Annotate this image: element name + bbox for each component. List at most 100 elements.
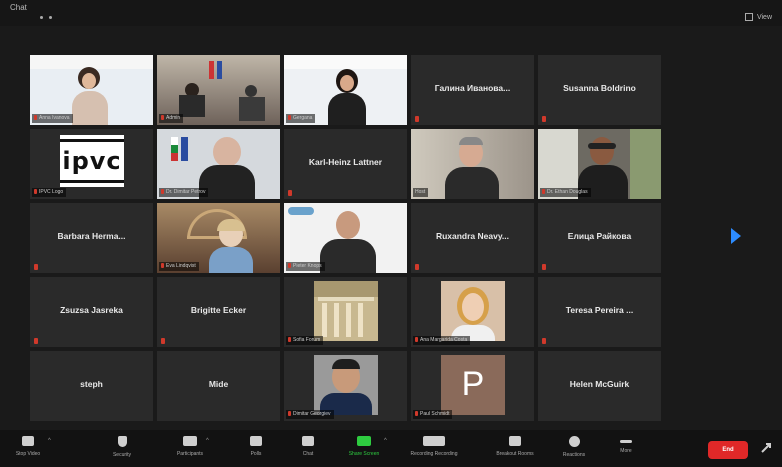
video-tile[interactable]: Admin — [157, 55, 280, 125]
chevron-up-icon[interactable]: ^ — [206, 438, 209, 444]
video-tile[interactable]: Helen McGuirk — [538, 351, 661, 421]
reactions-icon — [568, 436, 580, 447]
video-tile[interactable]: Gergana — [284, 55, 407, 125]
video-tile[interactable]: ipvc IPVC Logo — [30, 129, 153, 199]
top-bar: Chat View — [0, 0, 782, 26]
participant-name-tag: Paul Schmidt — [413, 410, 453, 419]
grid-view-icon — [744, 13, 753, 21]
participant-name-tag: Gergana — [286, 114, 316, 123]
mic-muted-icon — [161, 189, 164, 195]
profile-photo — [441, 281, 505, 341]
mic-muted-icon — [34, 115, 37, 121]
mic-muted-icon — [161, 263, 164, 269]
participant-name-tag: Dimitar Georgiev — [286, 410, 334, 419]
video-tile[interactable]: Teresa Pereira ... — [538, 277, 661, 347]
video-tile[interactable]: Barbara Herma... — [30, 203, 153, 273]
mic-muted-icon — [415, 411, 418, 417]
video-tile[interactable]: Dimitar Georgiev — [284, 351, 407, 421]
participant-name: Zsuzsa Jasreka — [60, 305, 123, 315]
video-tile[interactable]: Karl-Heinz Lattner — [284, 129, 407, 199]
video-tile[interactable]: Галина Иванова... — [411, 55, 534, 125]
video-icon — [22, 436, 34, 446]
participant-name-tag: Sofia Forum — [286, 336, 324, 345]
building-photo — [314, 281, 378, 341]
mic-muted-icon — [288, 190, 292, 196]
video-tile[interactable]: Dr. Ethan Douglas — [538, 129, 661, 199]
stop-video-button[interactable]: Stop Video — [4, 436, 52, 457]
breakout-icon — [509, 436, 521, 446]
profile-photo — [314, 355, 378, 415]
share-screen-button[interactable]: Share Screen — [340, 436, 388, 457]
participant-name: Brigitte Ecker — [190, 305, 247, 315]
security-button[interactable]: Security — [98, 436, 146, 458]
record-icon — [423, 436, 445, 446]
participant-name-tag: Dr. Ethan Douglas — [540, 188, 591, 197]
mic-muted-icon — [542, 116, 546, 122]
video-tile[interactable]: Zsuzsa Jasreka — [30, 277, 153, 347]
mic-muted-icon — [288, 263, 291, 269]
video-tile[interactable]: Pieter Knops — [284, 203, 407, 273]
participant-name-tag: Admin — [159, 114, 184, 123]
record-button[interactable]: Recording Recording — [404, 436, 464, 457]
mic-muted-icon — [288, 411, 291, 417]
participants-icon — [183, 436, 197, 446]
participant-name: Barbara Herma... — [57, 231, 126, 241]
participant-name: Helen McGuirk — [569, 379, 630, 389]
participant-name-tag: Ana Margarida Costa — [413, 336, 471, 345]
chevron-up-icon[interactable]: ^ — [384, 438, 387, 444]
polls-icon — [250, 436, 262, 446]
video-tile[interactable]: Ruxandra Neavy... — [411, 203, 534, 273]
video-tile[interactable]: Brigitte Ecker — [157, 277, 280, 347]
video-tile[interactable]: Susanna Boldrino — [538, 55, 661, 125]
mic-muted-icon — [542, 338, 546, 344]
chevron-up-icon[interactable]: ^ — [48, 438, 51, 444]
video-tile[interactable]: steph — [30, 351, 153, 421]
mic-muted-icon — [288, 337, 291, 343]
participant-name-tag: Eva Lindqvist — [159, 262, 199, 271]
share-screen-icon — [357, 436, 371, 446]
headset — [588, 143, 616, 149]
more-button[interactable]: More — [602, 436, 650, 454]
video-tile-active-speaker[interactable]: Host — [411, 129, 534, 199]
meeting-toolbar: Stop Video ^ Security Participants ^ Pol… — [0, 430, 782, 467]
participant-name: Mide — [208, 379, 229, 389]
reactions-button[interactable]: Reactions — [550, 436, 598, 458]
video-tile[interactable]: Eva Lindqvist — [157, 203, 280, 273]
window-title: Chat — [10, 3, 27, 12]
gallery-view: Anna Ivanova Admin Gergana Галина Иванов… — [30, 55, 662, 421]
mic-muted-icon — [161, 338, 165, 344]
shield-icon — [117, 436, 127, 447]
participant-name: Teresa Pereira ... — [565, 305, 634, 315]
participant-name: Susanna Boldrino — [563, 83, 636, 93]
chat-icon — [302, 436, 314, 446]
meeting-info-icon[interactable] — [40, 16, 52, 19]
mic-muted-icon — [34, 189, 37, 195]
breakout-rooms-button[interactable]: Breakout Rooms — [486, 436, 544, 457]
more-icon — [620, 440, 632, 443]
fullscreen-icon[interactable] — [758, 440, 774, 456]
participant-name: Karl-Heinz Lattner — [308, 157, 383, 167]
mic-muted-icon — [415, 264, 419, 270]
mic-muted-icon — [288, 115, 291, 121]
video-tile[interactable]: Ana Margarida Costa — [411, 277, 534, 347]
video-tile[interactable]: P Paul Schmidt — [411, 351, 534, 421]
chat-button[interactable]: Chat — [284, 436, 332, 457]
view-button[interactable]: View — [744, 13, 772, 21]
participant-name: Ruxandra Neavy... — [435, 231, 510, 241]
video-tile[interactable]: Елица Райкова — [538, 203, 661, 273]
mic-muted-icon — [34, 338, 38, 344]
mic-muted-icon — [542, 189, 545, 195]
polls-button[interactable]: Polls — [232, 436, 280, 457]
video-tile[interactable]: Mide — [157, 351, 280, 421]
video-tile[interactable]: Dr. Dimitar Petrov — [157, 129, 280, 199]
next-page-arrow-icon[interactable] — [731, 228, 741, 244]
video-tile[interactable]: Sofia Forum — [284, 277, 407, 347]
mic-muted-icon — [161, 115, 164, 121]
participant-name: Елица Райкова — [567, 231, 632, 241]
participant-name-tag: Dr. Dimitar Petrov — [159, 188, 209, 197]
mic-muted-icon — [34, 264, 38, 270]
participant-name-tag: Anna Ivanova — [32, 114, 73, 123]
ipvc-logo: ipvc — [60, 135, 124, 187]
video-tile[interactable]: Anna Ivanova — [30, 55, 153, 125]
end-meeting-button[interactable]: End — [708, 441, 748, 459]
